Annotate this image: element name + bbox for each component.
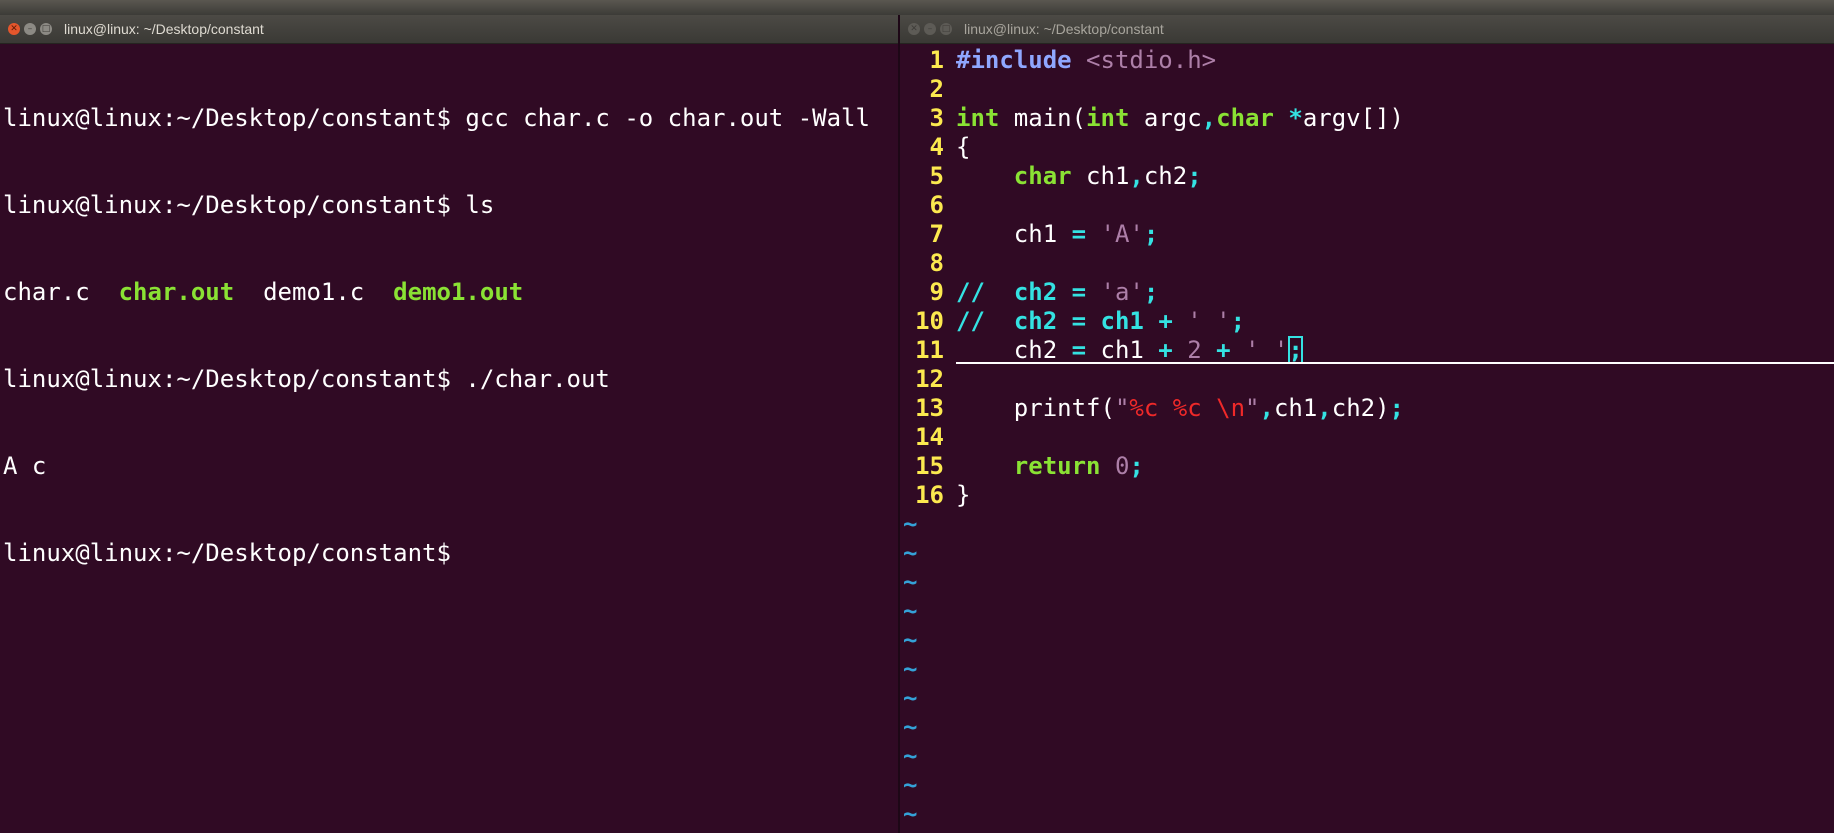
code-text: // ch2 = ch1 + ' '; bbox=[956, 307, 1246, 335]
vim-editor[interactable]: 1 #include <stdio.h> 2 3 int main(int argc,c… bbox=[900, 46, 1834, 829]
tilde-marker: ~ bbox=[903, 684, 918, 712]
tilde-marker: ~ bbox=[903, 539, 918, 567]
vim-cursor: ; bbox=[1288, 336, 1303, 364]
line-number: 11 bbox=[915, 336, 944, 364]
terminal-output[interactable]: linux@linux:~/Desktop/constant$ gcc char… bbox=[3, 46, 870, 626]
code-text: int main(int argc,char *argv[]) bbox=[956, 104, 1404, 132]
code-line[interactable]: 9 // ch2 = 'a'; bbox=[900, 278, 1834, 307]
line-number: 1 bbox=[929, 46, 944, 74]
line-number: 7 bbox=[929, 220, 944, 248]
line-number: 3 bbox=[929, 104, 944, 132]
empty-buffer-line: ~ bbox=[900, 655, 1834, 684]
code-text: ch2 = ch1 + 2 + ' '; bbox=[956, 336, 1303, 364]
code-line[interactable]: 6 bbox=[900, 191, 1834, 220]
code-line[interactable]: 10 // ch2 = ch1 + ' '; bbox=[900, 307, 1834, 336]
code-line[interactable]: 4{ bbox=[900, 133, 1834, 162]
code-line[interactable]: 16} bbox=[900, 481, 1834, 510]
line-number: 6 bbox=[929, 191, 944, 219]
code-text: return 0; bbox=[1013, 452, 1144, 480]
close-icon[interactable]: ✕ bbox=[8, 23, 20, 35]
titlebar-right[interactable]: ✕ – □ linux@linux: ~/Desktop/constant bbox=[900, 15, 1834, 44]
line-number: 12 bbox=[915, 365, 944, 393]
code-line[interactable]: 15 return 0; bbox=[900, 452, 1834, 481]
line-number: 9 bbox=[929, 278, 944, 306]
code-line[interactable]: 5 char ch1,ch2; bbox=[900, 162, 1834, 191]
empty-buffer-line: ~ bbox=[900, 713, 1834, 742]
window-title-left: linux@linux: ~/Desktop/constant bbox=[64, 21, 264, 37]
line-number: 10 bbox=[915, 307, 944, 335]
tilde-marker: ~ bbox=[903, 510, 918, 538]
line-number: 2 bbox=[929, 75, 944, 103]
tilde-marker: ~ bbox=[903, 713, 918, 741]
code-line[interactable]: 1 #include <stdio.h> bbox=[900, 46, 1834, 75]
maximize-icon[interactable]: □ bbox=[940, 23, 952, 35]
maximize-icon[interactable]: □ bbox=[40, 23, 52, 35]
code-text: { bbox=[956, 133, 971, 161]
empty-buffer-line: ~ bbox=[900, 626, 1834, 655]
window-controls-right: ✕ – □ bbox=[908, 23, 952, 35]
empty-buffer-line: ~ bbox=[900, 539, 1834, 568]
tilde-marker: ~ bbox=[903, 655, 918, 683]
code-line[interactable]: 14 bbox=[900, 423, 1834, 452]
line-number: 13 bbox=[915, 394, 944, 422]
window-controls-left: ✕ – □ bbox=[8, 23, 52, 35]
minimize-icon[interactable]: – bbox=[24, 23, 36, 35]
line-number: 15 bbox=[915, 452, 944, 480]
file-name: demo1.c bbox=[263, 278, 365, 306]
minimize-icon[interactable]: – bbox=[924, 23, 936, 35]
terminal-line: linux@linux:~/Desktop/constant$ ./char.o… bbox=[3, 365, 610, 393]
code-text: } bbox=[956, 481, 971, 509]
tilde-marker: ~ bbox=[903, 742, 918, 770]
close-icon[interactable]: ✕ bbox=[908, 23, 920, 35]
tilde-marker: ~ bbox=[903, 800, 918, 828]
terminal-prompt[interactable]: linux@linux:~/Desktop/constant$ bbox=[3, 539, 870, 568]
vim-window-right[interactable]: ✕ – □ linux@linux: ~/Desktop/constant 1 #… bbox=[900, 15, 1834, 833]
line-number: 14 bbox=[915, 423, 944, 451]
program-output-line: A c bbox=[3, 452, 47, 480]
code-line[interactable]: 13 printf("%c %c \n",ch1,ch2); bbox=[900, 394, 1834, 423]
empty-buffer-line: ~ bbox=[900, 800, 1834, 829]
code-text: char ch1,ch2; bbox=[1013, 162, 1202, 190]
ls-output-line: char.c char.out demo1.c demo1.out bbox=[3, 278, 870, 307]
terminal-line: linux@linux:~/Desktop/constant$ ls bbox=[3, 191, 495, 219]
code-line[interactable]: 8 bbox=[900, 249, 1834, 278]
code-text: // ch2 = 'a'; bbox=[956, 278, 1159, 306]
tilde-marker: ~ bbox=[903, 568, 918, 596]
code-text: ch1 = 'A'; bbox=[956, 220, 1159, 248]
file-name: char.c bbox=[3, 278, 90, 306]
window-title-right: linux@linux: ~/Desktop/constant bbox=[964, 21, 1164, 37]
desktop-top-panel bbox=[0, 0, 1834, 16]
code-text: #include <stdio.h> bbox=[956, 46, 1217, 74]
code-line[interactable]: 2 bbox=[900, 75, 1834, 104]
terminal-window-left[interactable]: ✕ – □ linux@linux: ~/Desktop/constant li… bbox=[0, 15, 898, 833]
titlebar-left[interactable]: ✕ – □ linux@linux: ~/Desktop/constant bbox=[0, 15, 898, 44]
code-line[interactable]: 12 bbox=[900, 365, 1834, 394]
line-number: 5 bbox=[929, 162, 944, 190]
terminal-line: linux@linux:~/Desktop/constant$ gcc char… bbox=[3, 104, 870, 132]
empty-buffer-line: ~ bbox=[900, 742, 1834, 771]
empty-buffer-line: ~ bbox=[900, 510, 1834, 539]
code-text: printf("%c %c \n",ch1,ch2); bbox=[956, 394, 1404, 422]
tilde-marker: ~ bbox=[903, 597, 918, 625]
code-line[interactable]: 3 int main(int argc,char *argv[]) bbox=[900, 104, 1834, 133]
empty-buffer-line: ~ bbox=[900, 597, 1834, 626]
executable-file-name: char.out bbox=[118, 278, 235, 306]
empty-buffer-line: ~ bbox=[900, 771, 1834, 800]
line-number: 16 bbox=[915, 481, 944, 509]
tilde-marker: ~ bbox=[903, 626, 918, 654]
empty-buffer-line: ~ bbox=[900, 684, 1834, 713]
executable-file-name: demo1.out bbox=[393, 278, 524, 306]
empty-buffer-line: ~ bbox=[900, 568, 1834, 597]
code-line[interactable]: 7 ch1 = 'A'; bbox=[900, 220, 1834, 249]
tilde-marker: ~ bbox=[903, 771, 918, 799]
line-number: 4 bbox=[929, 133, 944, 161]
code-line[interactable]: 11 ch2 = ch1 + 2 + ' '; bbox=[900, 336, 1834, 365]
line-number: 8 bbox=[929, 249, 944, 277]
